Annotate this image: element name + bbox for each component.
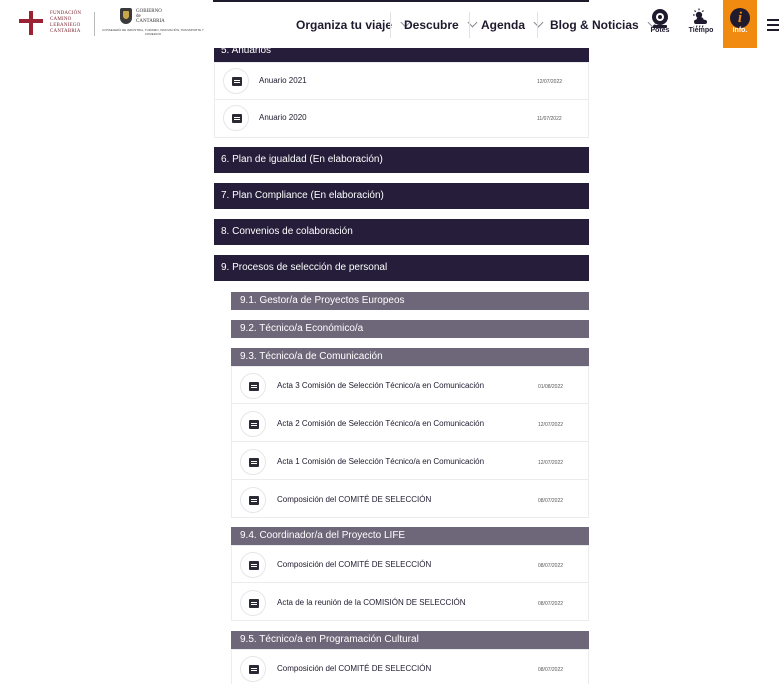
nav-divider — [390, 12, 391, 38]
potes-label: Potes — [650, 27, 670, 34]
subsection-programacion-cultural[interactable]: 9.5. Técnico/a en Programación Cultural — [231, 631, 589, 649]
document-icon — [240, 487, 266, 513]
list-item[interactable]: Acta 1 Comisión de Selección Técnico/a e… — [232, 443, 588, 480]
list-item[interactable]: Composición del COMITÉ DE SELECCIÓN 08/0… — [232, 650, 588, 684]
info-label: Info. — [732, 27, 748, 34]
list-item[interactable]: Acta 2 Comisión de Selección Técnico/a e… — [232, 405, 588, 442]
document-title: Acta 1 Comisión de Selección Técnico/a e… — [277, 457, 485, 466]
document-icon — [240, 552, 266, 578]
document-icon — [223, 68, 249, 94]
document-date: 12/07/2022 — [538, 422, 564, 428]
nav-agenda[interactable]: Agenda — [481, 17, 544, 32]
nav-organiza-tu-viaje[interactable]: Organiza tu viaje — [296, 17, 411, 32]
chevron-down-icon — [533, 17, 544, 28]
document-icon — [240, 449, 266, 475]
subsection-coordinador-life[interactable]: 9.4. Coordinador/a del Proyecto LIFE — [231, 527, 589, 545]
list-item[interactable]: Composición del COMITÉ DE SELECCIÓN 08/0… — [232, 546, 588, 583]
document-title: Anuario 2021 — [259, 76, 307, 85]
document-title: Composición del COMITÉ DE SELECCIÓN — [277, 664, 432, 673]
nav-divider — [537, 12, 538, 38]
site-header: FUNDACIÓN CAMINO LEBANIEGO CANTABRIA GOB… — [0, 0, 784, 48]
list-item[interactable]: Anuario 2021 12/07/2022 — [215, 63, 588, 100]
document-title: Anuario 2020 — [259, 113, 307, 122]
list-item[interactable]: Acta de la reunión de la COMISIÓN DE SEL… — [232, 584, 588, 621]
document-date: 08/07/2022 — [538, 667, 564, 673]
nav-divider — [469, 12, 470, 38]
tiempo-button[interactable]: Tiempo — [684, 0, 718, 48]
section-procesos-seleccion[interactable]: 9. Procesos de selección de personal — [214, 255, 589, 281]
info-button[interactable]: i Info. — [723, 0, 757, 48]
document-date: 12/07/2022 — [537, 79, 563, 85]
tiempo-label: Tiempo — [688, 27, 714, 34]
document-title: Composición del COMITÉ DE SELECCIÓN — [277, 560, 432, 569]
life-docs: Composición del COMITÉ DE SELECCIÓN 08/0… — [231, 545, 589, 621]
section-plan-compliance[interactable]: 7. Plan Compliance (En elaboración) — [214, 183, 589, 209]
section-plan-igualdad[interactable]: 6. Plan de igualdad (En elaboración) — [214, 147, 589, 173]
document-icon — [240, 411, 266, 437]
list-item[interactable]: Acta 3 Comisión de Selección Técnico/a e… — [232, 367, 588, 404]
weather-icon — [693, 8, 707, 28]
document-title: Composición del COMITÉ DE SELECCIÓN — [277, 495, 432, 504]
document-icon — [240, 590, 266, 616]
document-icon — [240, 656, 266, 682]
document-date: 12/07/2022 — [538, 460, 564, 466]
document-date: 11/07/2022 — [537, 116, 562, 122]
webcam-icon — [652, 9, 668, 25]
subsection-gestor-proyectos[interactable]: 9.1. Gestor/a de Proyectos Europeos — [231, 292, 589, 310]
section-convenios[interactable]: 8. Convenios de colaboración — [214, 219, 589, 245]
potes-webcam-button[interactable]: Potes — [643, 0, 677, 48]
list-item[interactable]: Composición del COMITÉ DE SELECCIÓN 08/0… — [232, 481, 588, 518]
anuarios-list: Anuario 2021 12/07/2022 Anuario 2020 11/… — [214, 62, 589, 138]
document-date: 08/07/2022 — [538, 498, 564, 504]
cultural-docs: Composición del COMITÉ DE SELECCIÓN 08/0… — [231, 649, 589, 684]
menu-icon[interactable] — [767, 19, 779, 34]
document-icon — [223, 105, 249, 131]
document-date: 08/07/2022 — [538, 601, 564, 607]
document-date: 01/08/2022 — [538, 384, 564, 390]
comunicacion-docs: Acta 3 Comisión de Selección Técnico/a e… — [231, 366, 589, 518]
document-date: 08/07/2022 — [538, 563, 564, 569]
subsection-tecnico-comunicacion[interactable]: 9.3. Técnico/a de Comunicación — [231, 348, 589, 366]
list-item[interactable]: Anuario 2020 11/07/2022 — [215, 100, 588, 137]
subsection-tecnico-economico[interactable]: 9.2. Técnico/a Económico/a — [231, 320, 589, 338]
document-icon — [240, 373, 266, 399]
info-icon: i — [730, 8, 750, 28]
nav-descubre[interactable]: Descubre — [404, 17, 478, 32]
document-title: Acta de la reunión de la COMISIÓN DE SEL… — [277, 598, 466, 607]
nav-blog-noticias[interactable]: Blog & Noticias — [550, 17, 658, 32]
document-title: Acta 2 Comisión de Selección Técnico/a e… — [277, 419, 485, 428]
document-title: Acta 3 Comisión de Selección Técnico/a e… — [277, 381, 485, 390]
